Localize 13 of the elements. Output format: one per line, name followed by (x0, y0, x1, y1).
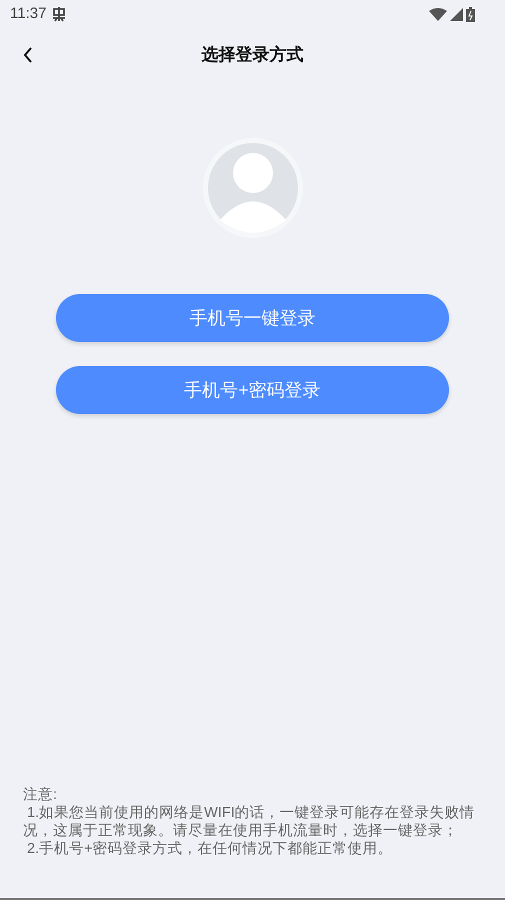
page-title: 选择登录方式 (202, 44, 304, 66)
login-button[interactable]: 手机号+密码登录 (56, 366, 449, 414)
bug-icon (51, 6, 68, 22)
back-icon (23, 47, 33, 63)
notice-text: 2.手机号+密码登录方式，在任何情况下都能正常使用。 (26, 840, 394, 858)
signal-icon (450, 8, 463, 20)
wifi-icon (429, 8, 447, 20)
login-button[interactable]: 手机号一键登录 (56, 294, 449, 342)
notice-text: 1.如果您当前使用的网络是WIFI的话，一键登录可能存在登录失败情况，这属于正常现象。请尽量在使用手机流量时，选择一键登录； (23, 804, 476, 840)
status-time: 11:37 (10, 4, 46, 24)
avatar-icon (202, 138, 302, 238)
notice-title: 注意: (23, 786, 58, 804)
battery-icon (466, 6, 475, 22)
